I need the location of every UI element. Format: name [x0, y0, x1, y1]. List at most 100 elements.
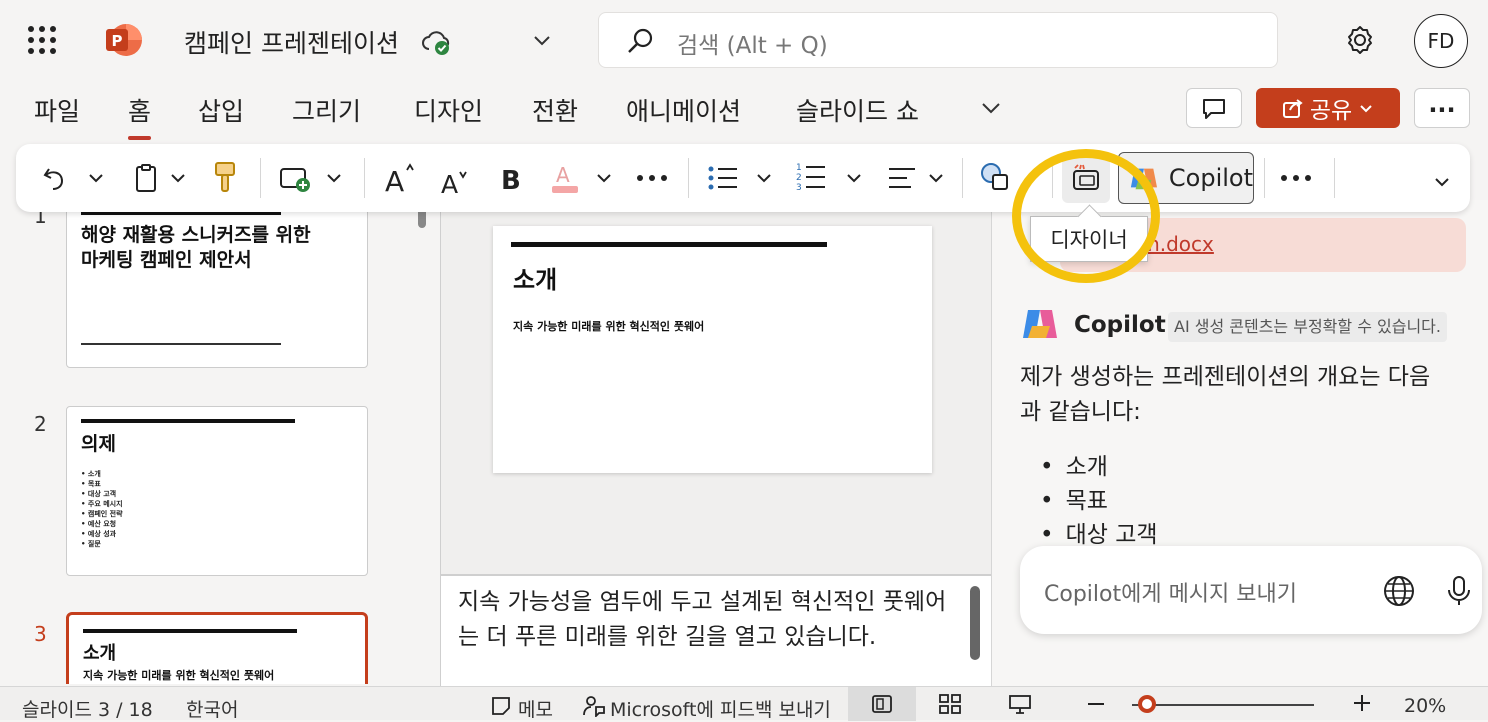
- new-slide-icon[interactable]: [278, 162, 312, 194]
- list-item: 소개: [1040, 450, 1158, 484]
- bullets-icon[interactable]: [706, 162, 740, 194]
- more-options-button[interactable]: ...: [1414, 88, 1470, 128]
- tab-transitions[interactable]: 전환: [532, 92, 578, 128]
- share-icon: [1282, 99, 1303, 118]
- slide-sorter-icon[interactable]: [938, 693, 962, 715]
- chevron-down-icon[interactable]: [322, 166, 346, 190]
- shapes-icon[interactable]: [978, 160, 1012, 194]
- powerpoint-logo-icon: P: [104, 22, 144, 58]
- zoom-level[interactable]: 20%: [1404, 695, 1446, 717]
- gear-icon[interactable]: [1342, 22, 1378, 58]
- slide-title[interactable]: 소개: [513, 260, 557, 295]
- slide-thumbnail-3[interactable]: 소개 지속 가능한 미래를 위한 혁신적인 풋웨어: [66, 612, 368, 684]
- tab-home[interactable]: 홈: [128, 92, 152, 140]
- comments-button[interactable]: [1186, 88, 1242, 128]
- tab-file[interactable]: 파일: [34, 92, 80, 128]
- chevron-down-icon: [1360, 105, 1372, 113]
- globe-icon[interactable]: [1382, 574, 1416, 608]
- numbering-icon[interactable]: 123: [794, 160, 828, 194]
- svg-text:A: A: [441, 170, 458, 196]
- clipboard-icon[interactable]: [130, 162, 162, 194]
- decrease-font-icon[interactable]: A: [438, 160, 474, 196]
- language[interactable]: 한국어: [186, 695, 238, 722]
- agenda-item: • 목표: [81, 480, 101, 488]
- slide-number: 3: [34, 622, 47, 646]
- search-icon: [625, 26, 655, 56]
- chevron-down-icon[interactable]: [592, 166, 616, 190]
- zoom-out-icon[interactable]: [1088, 703, 1104, 705]
- slide-thumbnail-title: 의제: [81, 433, 116, 455]
- normal-view-button[interactable]: [848, 687, 916, 721]
- zoom-slider-thumb[interactable]: [1137, 695, 1156, 713]
- copilot-label: Copilot: [1168, 164, 1253, 192]
- notes-text[interactable]: 지속 가능성을 염두에 두고 설계된 혁신적인 풋웨어는 더 푸른 미래를 위한…: [458, 585, 958, 655]
- svg-text:A: A: [556, 163, 570, 187]
- slide-thumbnail-subtitle: 지속 가능한 미래를 위한 혁신적인 풋웨어: [83, 669, 275, 682]
- note-icon: [492, 697, 510, 715]
- slide-thumbnail-2[interactable]: 의제 • 소개 • 목표 • 대상 고객 • 주요 메시지 • 캠페인 전략 • 예산 요…: [66, 406, 368, 576]
- svg-text:B: B: [501, 166, 521, 196]
- ribbon-toolbar: A A B A 123 Copilot: [16, 144, 1470, 212]
- title-bar: P 캠페인 프레젠테이션 검색 (Alt + Q) FD: [0, 0, 1488, 80]
- zoom-slider[interactable]: [1132, 704, 1314, 706]
- agenda-item: • 주요 메시지: [81, 500, 123, 508]
- search-box[interactable]: 검색 (Alt + Q): [598, 12, 1278, 68]
- zoom-in-icon[interactable]: [1352, 693, 1372, 713]
- bold-icon[interactable]: B: [496, 160, 526, 196]
- tab-animations[interactable]: 애니메이션: [626, 92, 741, 128]
- chevron-down-icon[interactable]: [752, 166, 776, 190]
- more-icon[interactable]: [1278, 164, 1314, 192]
- status-bar: 슬라이드 3 / 18 한국어 메모 Microsoft에 피드백 보내기 20…: [0, 686, 1488, 722]
- scrollbar-thumb[interactable]: [970, 586, 980, 660]
- agenda-list: • 소개 • 목표 • 대상 고객 • 주요 메시지 • 캠페인 전략 • 예산 요청 • …: [81, 469, 123, 549]
- chevron-down-icon[interactable]: [842, 166, 866, 190]
- notes-button[interactable]: 메모: [490, 695, 553, 722]
- outline-list: 소개 목표 대상 고객: [1040, 450, 1158, 552]
- agenda-item: • 질문: [81, 540, 101, 548]
- cloud-saved-icon[interactable]: [420, 24, 454, 58]
- input-placeholder: Copilot에게 메시지 보내기: [1044, 582, 1298, 607]
- share-button[interactable]: 공유: [1256, 88, 1400, 128]
- svg-text:1: 1: [796, 163, 802, 173]
- chevron-down-icon[interactable]: [84, 166, 108, 190]
- more-icon[interactable]: [634, 164, 670, 192]
- normal-view-icon: [872, 695, 892, 713]
- tab-draw[interactable]: 그리기: [292, 92, 361, 128]
- feedback-label: Microsoft에 피드백 보내기: [610, 699, 831, 721]
- agenda-item: • 캠페인 전략: [81, 510, 123, 518]
- presenter-view-icon[interactable]: [1008, 693, 1032, 715]
- chevron-down-icon[interactable]: [166, 166, 190, 190]
- app-launcher-icon[interactable]: [26, 24, 58, 56]
- increase-font-icon[interactable]: A: [382, 160, 418, 196]
- tab-design[interactable]: 디자인: [414, 92, 483, 128]
- feedback-button[interactable]: Microsoft에 피드백 보내기: [582, 695, 831, 722]
- slide-thumbnail-title: 해양 재활용 스니커즈를 위한 마케팅 캠페인 제안서: [81, 224, 311, 271]
- chevron-down-icon[interactable]: [976, 93, 1006, 123]
- slide-thumbnail-1[interactable]: 해양 재활용 스니커즈를 위한 마케팅 캠페인 제안서: [66, 200, 368, 368]
- ribbon-expand-icon[interactable]: [1430, 170, 1454, 194]
- font-color-icon[interactable]: A: [548, 160, 582, 196]
- slide-thumbnails-pane: 1 해양 재활용 스니커즈를 위한 마케팅 캠페인 제안서 2 의제 • 소개 •…: [0, 200, 440, 684]
- copilot-name: Copilot: [1074, 312, 1166, 338]
- svg-text:P: P: [112, 32, 123, 50]
- align-icon[interactable]: [886, 162, 918, 194]
- svg-text:A: A: [385, 165, 404, 196]
- slide-thumbnail-title: 소개: [83, 643, 117, 664]
- slide-subtitle[interactable]: 지속 가능한 미래를 위한 혁신적인 풋웨어: [513, 318, 704, 334]
- document-title[interactable]: 캠페인 프레젠테이션: [184, 24, 399, 60]
- format-painter-icon[interactable]: [210, 160, 240, 194]
- undo-icon[interactable]: [40, 162, 72, 194]
- copilot-message: 제가 생성하는 프레젠테이션의 개요는 다음과 같습니다:: [1020, 364, 1431, 425]
- copilot-icon: [1020, 304, 1060, 344]
- avatar[interactable]: FD: [1414, 14, 1468, 68]
- agenda-item: • 대상 고객: [81, 490, 117, 498]
- highlight-circle: [1012, 149, 1160, 283]
- current-slide[interactable]: 소개 지속 가능한 미래를 위한 혁신적인 풋웨어: [493, 226, 932, 473]
- chevron-down-icon[interactable]: [530, 28, 554, 52]
- share-label: 공유: [1309, 98, 1353, 124]
- microphone-icon[interactable]: [1444, 574, 1474, 608]
- chevron-down-icon[interactable]: [924, 166, 948, 190]
- tab-slideshow[interactable]: 슬라이드 쇼: [796, 92, 919, 128]
- tab-insert[interactable]: 삽입: [198, 92, 244, 128]
- notes-label: 메모: [518, 699, 553, 721]
